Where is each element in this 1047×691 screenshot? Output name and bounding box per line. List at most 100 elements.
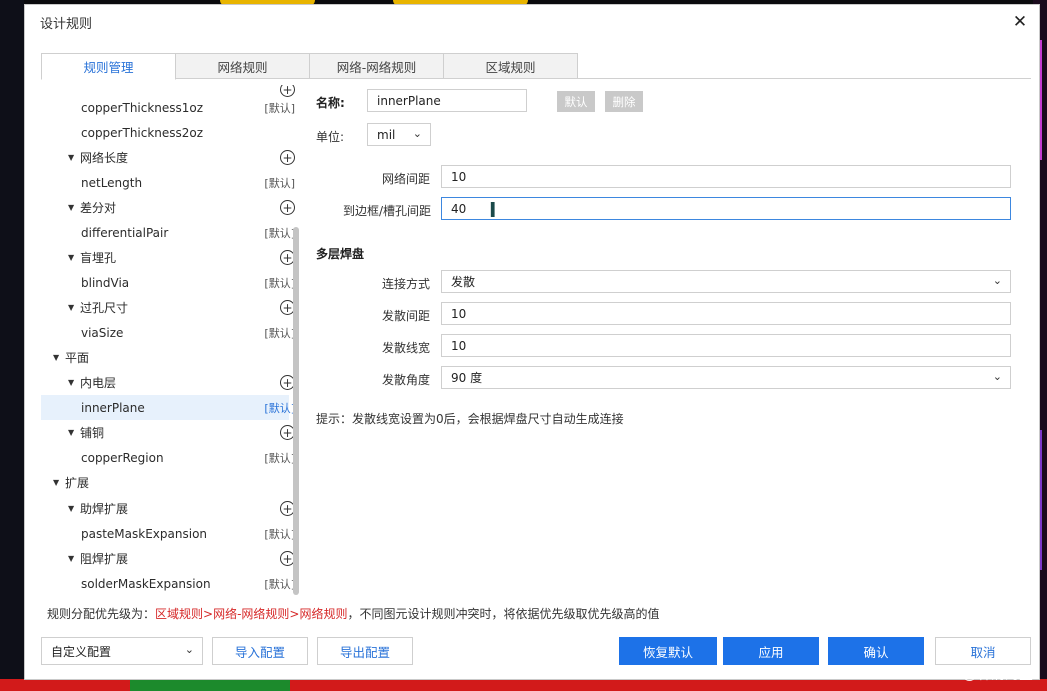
import-config-button[interactable]: 导入配置 — [212, 637, 308, 665]
tree-item-soldermaskexpansion[interactable]: solderMaskExpansion [默认] — [41, 571, 295, 596]
default-tag: [默认] — [264, 326, 295, 340]
priority-chain: 区域规则>网络-网络规则>网络规则 — [155, 607, 348, 621]
chevron-down-icon: ⌄ — [412, 127, 422, 140]
caret-down-icon[interactable]: ▼ — [68, 253, 74, 262]
default-tag: [默认] — [264, 101, 295, 115]
dialog-title: 设计规则 — [40, 16, 93, 32]
caret-down-icon[interactable]: ▼ — [68, 504, 74, 513]
caret-down-icon[interactable]: ▼ — [68, 153, 74, 162]
tree-scrollbar[interactable] — [293, 227, 299, 595]
tree-item-copperthickness1oz[interactable]: copperThickness1oz [默认] — [41, 95, 295, 120]
config-select[interactable]: 自定义配置 ⌄ — [41, 637, 203, 665]
unit-value: mil — [377, 127, 396, 142]
multilayer-pad-heading: 多层焊盘 — [316, 247, 365, 261]
edge-spacing-input[interactable]: 40 — [441, 197, 1011, 220]
tree-item-label: pasteMaskExpansion — [81, 526, 208, 541]
close-icon[interactable]: ✕ — [1011, 13, 1029, 31]
unit-label: 单位: — [316, 130, 345, 144]
tree-item-copperthickness2oz[interactable]: copperThickness2oz — [41, 120, 289, 145]
tree-item-label: copperThickness2oz — [81, 125, 204, 140]
tab-divider — [41, 78, 1031, 79]
tree-group-inner-plane[interactable]: ▼ 内电层 + — [41, 370, 295, 395]
net-spacing-input[interactable]: 10 — [441, 165, 1011, 188]
cancel-button[interactable]: 取消 — [935, 637, 1031, 665]
apply-button[interactable]: 应用 — [723, 637, 819, 665]
tree-item-copperregion[interactable]: copperRegion [默认] — [41, 445, 295, 470]
tree-group-solder-mask[interactable]: ▼ 阻焊扩展 + — [41, 546, 295, 571]
tree-item-label: solderMaskExpansion — [81, 576, 211, 591]
spoke-width-input[interactable]: 10 — [441, 334, 1011, 357]
tab-rule-management[interactable]: 规则管理 — [41, 53, 176, 80]
export-config-button[interactable]: 导出配置 — [317, 637, 413, 665]
tree-group-label: 网络长度 — [80, 151, 129, 165]
tree-group-net-length[interactable]: ▼ 网络长度 + — [41, 145, 295, 170]
tree-group-blind-via[interactable]: ▼ 盲埋孔 + — [41, 245, 295, 270]
caret-down-icon[interactable]: ▼ — [53, 353, 59, 362]
name-input[interactable]: innerPlane — [367, 89, 527, 112]
rule-tree: + copperThickness1oz [默认] copperThicknes… — [41, 85, 303, 597]
tab-bar: 规则管理 网络规则 网络-网络规则 区域规则 — [41, 53, 578, 80]
delete-button[interactable]: 删除 — [605, 91, 643, 112]
tree-item-pastemaskexpansion[interactable]: pasteMaskExpansion [默认] — [41, 521, 295, 546]
tab-net-net-rules[interactable]: 网络-网络规则 — [309, 53, 444, 79]
tree-group-paste-mask[interactable]: ▼ 助焊扩展 + — [41, 496, 295, 521]
spoke-spacing-input[interactable]: 10 — [441, 302, 1011, 325]
default-tag: [默认] — [264, 401, 295, 415]
set-default-button[interactable]: 默认 — [557, 91, 595, 112]
caret-down-icon[interactable]: ▼ — [53, 478, 59, 487]
spoke-width-label: 发散线宽 — [382, 341, 431, 355]
default-tag: [默认] — [264, 226, 295, 240]
tree-group-label: 过孔尺寸 — [80, 301, 129, 315]
chevron-down-icon: ⌄ — [992, 274, 1002, 287]
tree-item-blindvia[interactable]: blindVia [默认] — [41, 270, 295, 295]
tree-category-plane[interactable]: ▼ 平面 — [41, 345, 289, 370]
priority-note: 规则分配优先级为：区域规则>网络-网络规则>网络规则，不同图元设计规则冲突时，将… — [47, 605, 659, 622]
default-tag: [默认] — [264, 577, 295, 591]
tree-group-copper-pour[interactable]: ▼ 铺铜 + — [41, 420, 295, 445]
tab-net-rules[interactable]: 网络规则 — [175, 53, 310, 79]
spoke-spacing-label: 发散间距 — [382, 309, 431, 323]
tree-group-differential-pair[interactable]: ▼ 差分对 + — [41, 195, 295, 220]
watermark: CSDN @林清海笙 — [919, 666, 1033, 682]
priority-suffix: ，不同图元设计规则冲突时，将依据优先级取优先级高的值 — [347, 607, 660, 621]
tree-item-label: innerPlane — [81, 400, 145, 415]
tree-group-label: 助焊扩展 — [80, 502, 129, 516]
spoke-angle-value: 90 度 — [451, 371, 483, 385]
tree-group-label: 内电层 — [80, 376, 117, 390]
default-tag: [默认] — [264, 451, 295, 465]
restore-default-button[interactable]: 恢复默认 — [619, 637, 717, 665]
connect-mode-select[interactable]: 发散 ⌄ — [441, 270, 1011, 293]
chevron-down-icon: ⌄ — [184, 643, 194, 656]
default-tag: [默认] — [264, 527, 295, 541]
tree-item-label: differentialPair — [81, 225, 169, 240]
caret-down-icon[interactable]: ▼ — [68, 378, 74, 387]
tree-item-differentialpair[interactable]: differentialPair [默认] — [41, 220, 295, 245]
spoke-angle-label: 发散角度 — [382, 373, 431, 387]
caret-down-icon[interactable]: ▼ — [68, 428, 74, 437]
tree-item-label: copperThickness1oz — [81, 100, 204, 115]
tree-item-innerplane[interactable]: innerPlane [默认] — [41, 395, 295, 420]
connect-mode-label: 连接方式 — [382, 277, 431, 291]
background-left — [0, 0, 24, 691]
tree-group-label: 差分对 — [80, 201, 117, 215]
tree-group-label: 阻焊扩展 — [80, 552, 129, 566]
tree-category-label: 扩展 — [65, 476, 90, 490]
tree-group-via-size[interactable]: ▼ 过孔尺寸 + — [41, 295, 295, 320]
caret-down-icon[interactable]: ▼ — [68, 303, 74, 312]
background-copper-green — [130, 679, 290, 691]
tree-item-viasize[interactable]: viaSize [默认] — [41, 320, 295, 345]
tab-region-rules[interactable]: 区域规则 — [443, 53, 578, 79]
unit-select[interactable]: mil ⌄ — [367, 123, 431, 146]
spoke-angle-select[interactable]: 90 度 ⌄ — [441, 366, 1011, 389]
tree-category-expansion[interactable]: ▼ 扩展 — [41, 470, 289, 495]
add-rule-icon[interactable]: + — [280, 200, 295, 215]
tree-item-netlength[interactable]: netLength [默认] — [41, 170, 295, 195]
default-tag: [默认] — [264, 276, 295, 290]
add-rule-icon[interactable]: + — [280, 150, 295, 165]
ok-button[interactable]: 确认 — [828, 637, 924, 665]
background-trace — [1040, 40, 1042, 160]
caret-down-icon[interactable]: ▼ — [68, 203, 74, 212]
name-label: 名称: — [316, 96, 345, 110]
caret-down-icon[interactable]: ▼ — [68, 554, 74, 563]
tree-item-label: netLength — [81, 175, 143, 190]
